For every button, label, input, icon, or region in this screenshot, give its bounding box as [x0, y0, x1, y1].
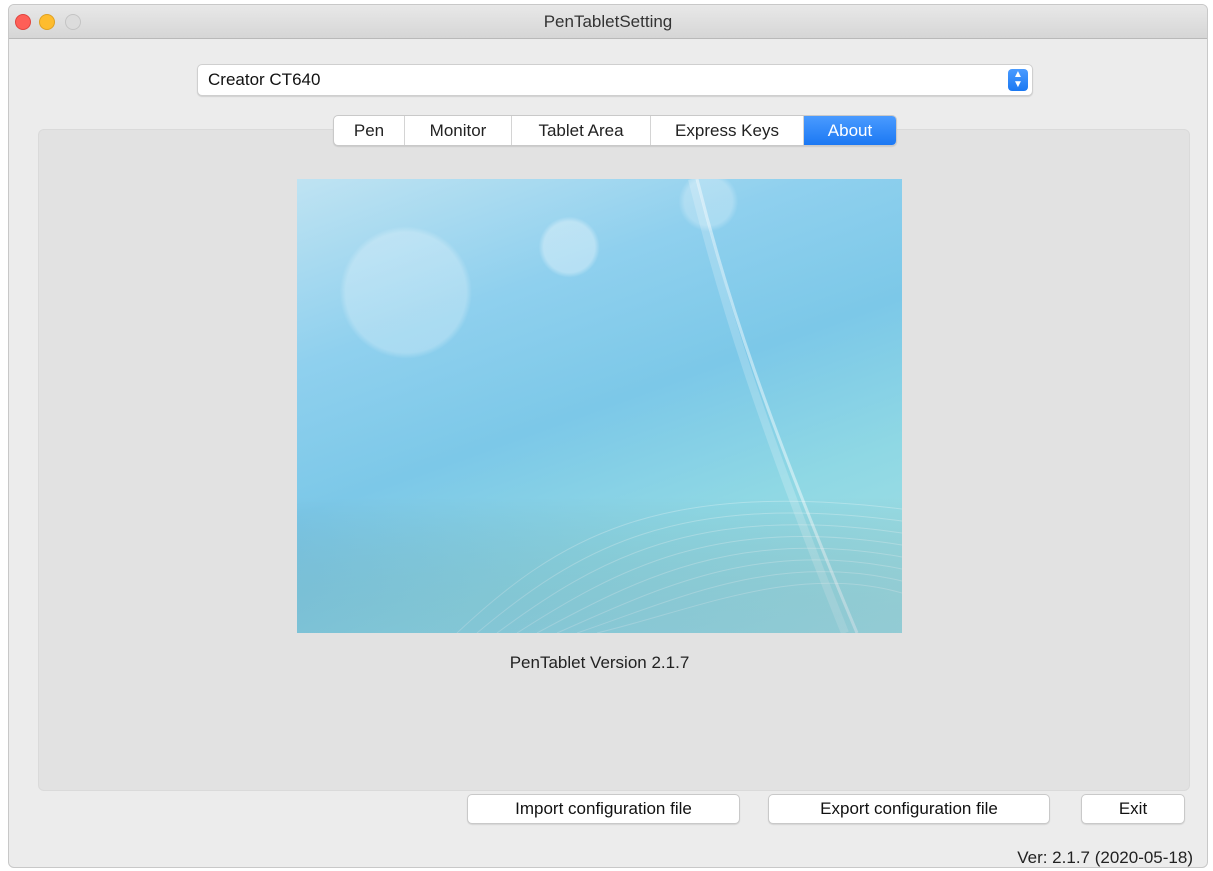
about-version-text: PenTablet Version 2.1.7 [509, 653, 690, 672]
device-select-value: Creator CT640 [208, 70, 321, 89]
export-config-button[interactable]: Export configuration file [768, 794, 1050, 824]
import-config-button[interactable]: Import configuration file [467, 794, 740, 824]
tab-about[interactable]: About [804, 116, 896, 145]
app-window: PenTabletSetting Creator CT640 ▲ ▼ Pen Mo… [8, 4, 1208, 868]
device-select[interactable]: Creator CT640 ▲ ▼ [197, 64, 1033, 96]
exit-button[interactable]: Exit [1081, 794, 1185, 824]
tab-pen[interactable]: Pen [334, 116, 405, 145]
wave-decoration-icon [297, 179, 902, 633]
title-bar[interactable]: PenTabletSetting [9, 5, 1207, 39]
about-banner-image [297, 179, 902, 633]
window-title: PenTabletSetting [543, 12, 673, 31]
footer-version: Ver: 2.1.7 (2020-05-18) [1017, 848, 1193, 867]
tab-express-keys[interactable]: Express Keys [651, 116, 804, 145]
tab-tablet-area[interactable]: Tablet Area [512, 116, 651, 145]
tab-bar: Pen Monitor Tablet Area Express Keys Abo… [333, 115, 897, 146]
tab-monitor[interactable]: Monitor [405, 116, 512, 145]
updown-chevron-icon[interactable]: ▲ ▼ [1008, 69, 1028, 91]
